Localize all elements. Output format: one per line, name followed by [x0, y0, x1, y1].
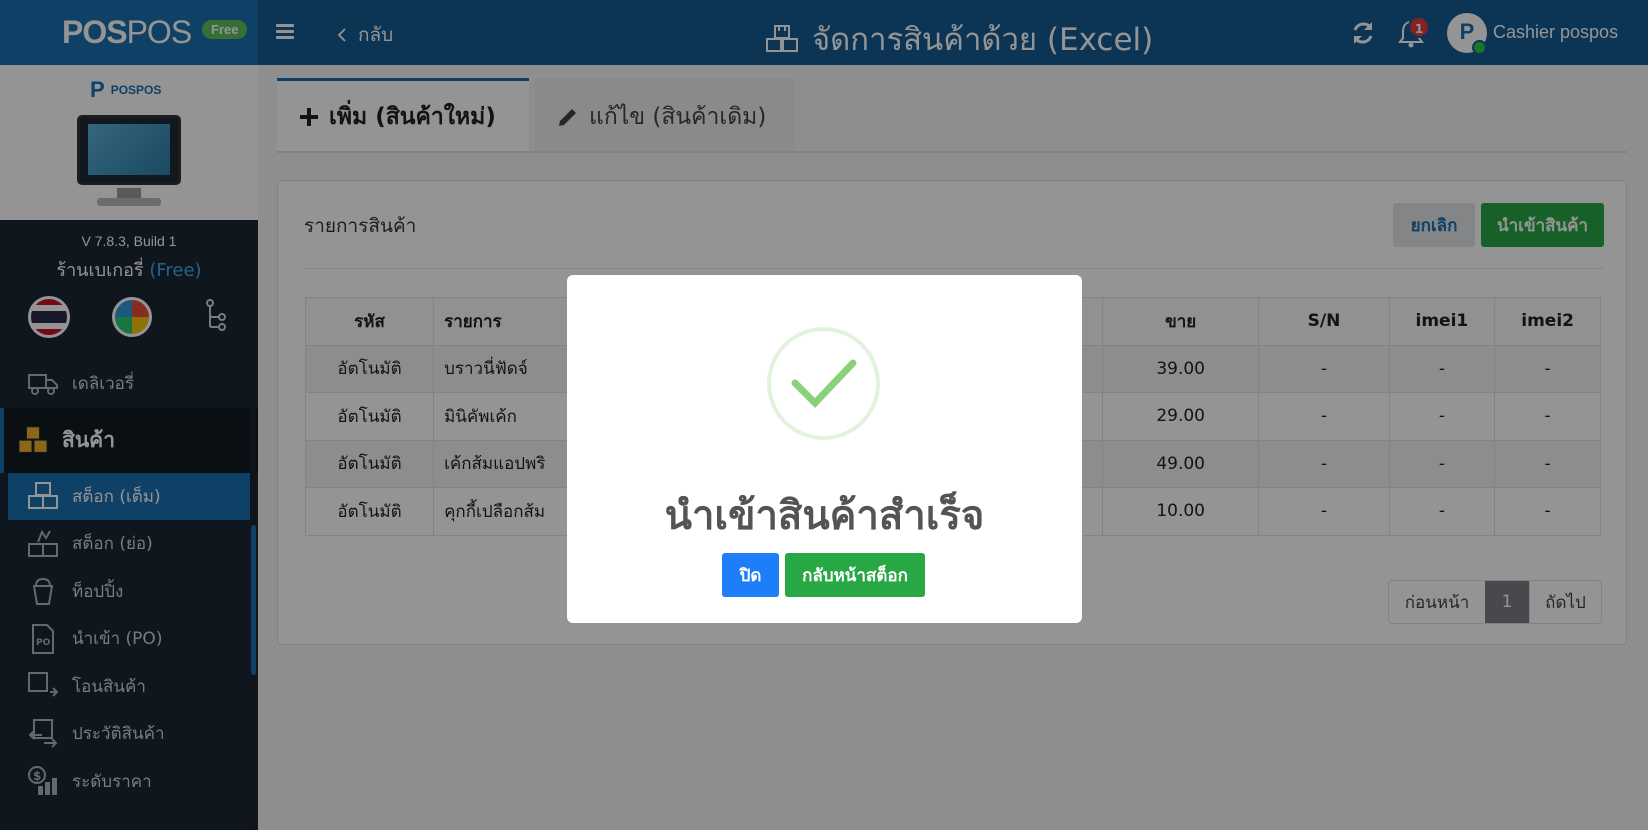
success-check-icon — [767, 327, 880, 440]
dialog-title: นำเข้าสินค้าสำเร็จ — [664, 493, 985, 539]
back-to-stock-button[interactable]: กลับหน้าสต็อก — [785, 553, 925, 597]
close-button[interactable]: ปิด — [722, 553, 779, 597]
import-success-dialog: นำเข้าสินค้าสำเร็จ ปิด กลับหน้าสต็อก — [567, 275, 1082, 623]
